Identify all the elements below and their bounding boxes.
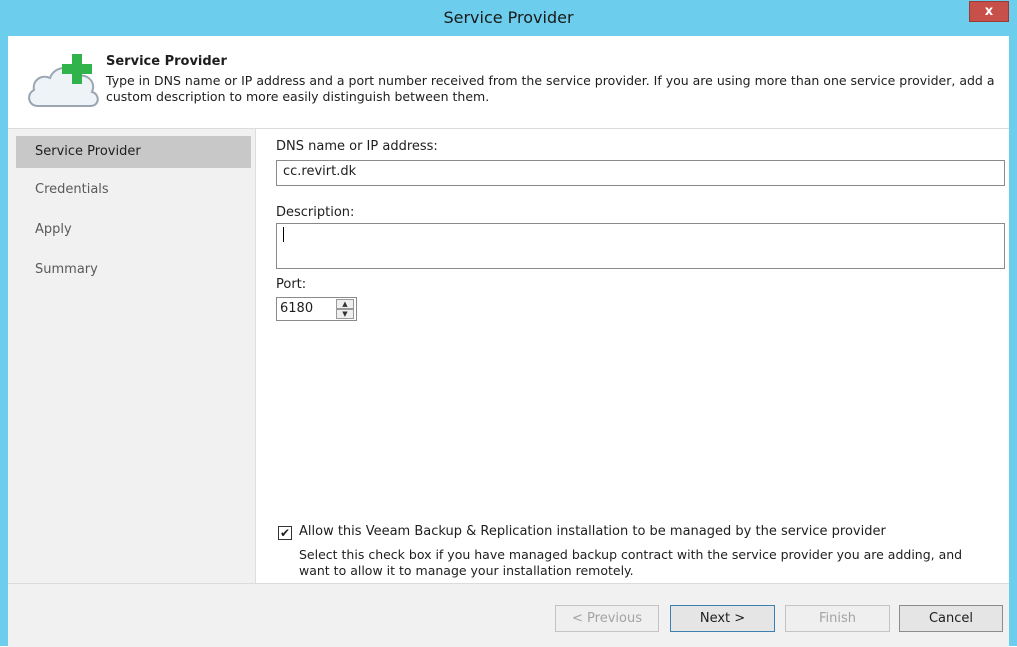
service-provider-form: DNS name or IP address: cc.revirt.dk Des…: [276, 129, 1009, 583]
text-cursor: [283, 227, 284, 242]
port-spin-buttons: ▲ ▼: [336, 299, 356, 319]
cloud-add-icon: [28, 54, 99, 107]
dialog-content: Service Provider Type in DNS name or IP …: [8, 36, 1009, 647]
header-title: Service Provider: [106, 54, 227, 69]
wizard-steps: Service Provider Credentials Apply Summa…: [8, 129, 256, 583]
finish-button[interactable]: Finish: [785, 605, 890, 632]
dns-input[interactable]: cc.revirt.dk: [276, 160, 1005, 186]
wizard-footer: < Previous Next > Finish Cancel: [8, 583, 1009, 647]
spin-down-icon[interactable]: ▼: [336, 309, 354, 319]
step-apply[interactable]: Apply: [8, 214, 251, 246]
manage-checkbox[interactable]: ✔: [278, 526, 292, 540]
cancel-button[interactable]: Cancel: [899, 605, 1003, 632]
step-credentials[interactable]: Credentials: [8, 174, 251, 206]
window-title: Service Provider: [443, 8, 574, 27]
port-stepper[interactable]: 6180 ▲ ▼: [276, 297, 357, 321]
description-input[interactable]: [276, 223, 1005, 269]
port-value: 6180: [280, 301, 314, 316]
wizard-header: Service Provider Type in DNS name or IP …: [8, 36, 1009, 129]
manage-checkbox-label[interactable]: Allow this Veeam Backup & Replication in…: [299, 524, 886, 539]
next-button[interactable]: Next >: [670, 605, 775, 632]
dialog-window: Service Provider x Service Provider Type…: [0, 0, 1017, 647]
port-label: Port:: [276, 277, 307, 292]
step-summary[interactable]: Summary: [8, 254, 251, 286]
step-service-provider[interactable]: Service Provider: [16, 136, 251, 168]
description-label: Description:: [276, 205, 355, 220]
title-bar[interactable]: Service Provider x: [0, 0, 1017, 36]
dns-label: DNS name or IP address:: [276, 139, 438, 154]
manage-hint: Select this check box if you have manage…: [299, 547, 963, 578]
close-button[interactable]: x: [969, 1, 1009, 22]
header-description: Type in DNS name or IP address and a por…: [106, 73, 995, 104]
previous-button[interactable]: < Previous: [555, 605, 659, 632]
spin-up-icon[interactable]: ▲: [336, 299, 354, 309]
